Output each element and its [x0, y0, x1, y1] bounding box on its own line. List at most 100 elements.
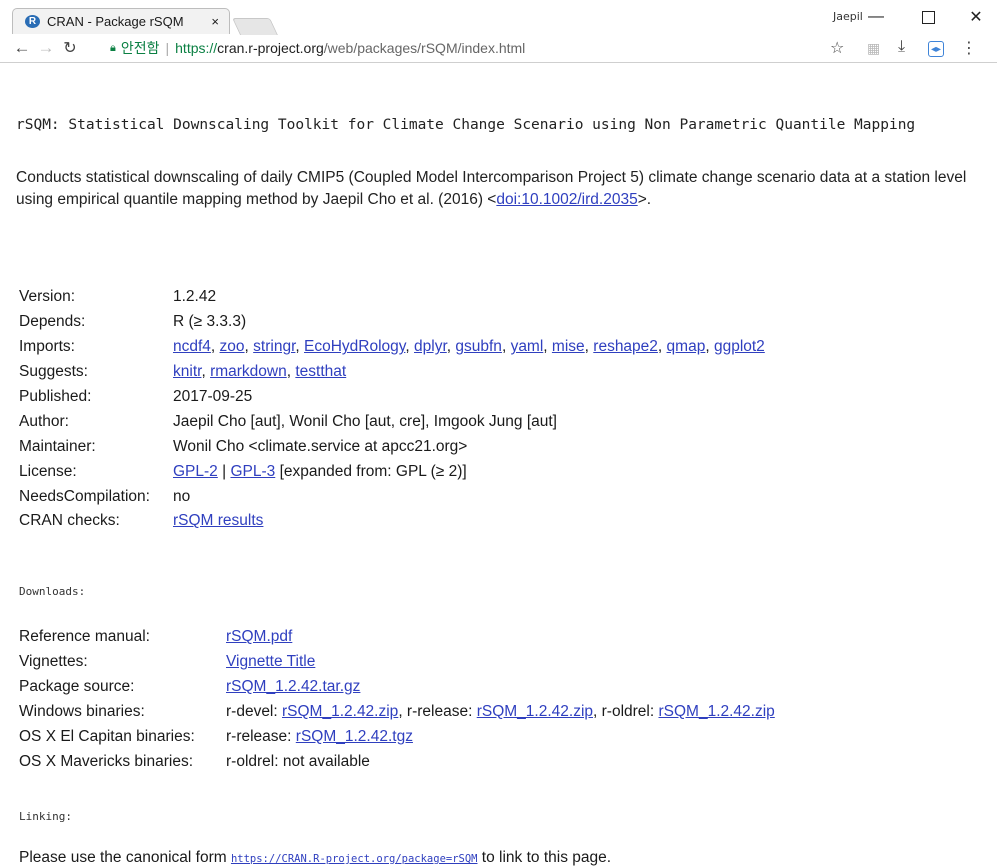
license-separator: |: [217, 462, 231, 480]
suggest-link[interactable]: knitr: [173, 363, 201, 380]
osx-capitan-label: OS X El Capitan binaries:: [19, 728, 195, 745]
import-link[interactable]: zoo: [220, 338, 245, 355]
license-value: GPL-2 | GPL-3 [expanded from: GPL (≥ 2)]: [170, 459, 765, 484]
osx-capitan-value: r-release: rSQM_1.2.42.tgz: [223, 725, 775, 750]
url-scheme: https://: [175, 40, 218, 56]
reference-manual-value: rSQM.pdf: [223, 625, 775, 650]
cran-checks-label: CRAN checks:: [19, 512, 120, 530]
maintainer-value: Wonil Cho <climate.service at apcc21.org…: [173, 437, 468, 455]
author-value: Jaepil Cho [aut], Wonil Cho [aut, cre], …: [173, 412, 557, 430]
tab-close-icon[interactable]: ×: [211, 14, 219, 29]
extension-icon[interactable]: ◂▸: [928, 41, 944, 57]
import-link[interactable]: ncdf4: [173, 338, 211, 355]
imports-value: ncdf4, zoo, stringr, EcoHydRology, dplyr…: [173, 338, 765, 356]
import-link[interactable]: ggplot2: [714, 338, 765, 355]
forward-button[interactable]: →: [34, 36, 58, 60]
description-end: >.: [637, 190, 652, 208]
doi-link[interactable]: doi:10.1002/ird.2035: [496, 191, 637, 208]
windows-release-prefix: , r-release:: [398, 703, 477, 721]
description-text: Conducts statistical downscaling of dail…: [16, 168, 967, 208]
table-row: Maintainer: Wonil Cho <climate.service a…: [16, 434, 765, 459]
osx-mavericks-value: r-oldrel: not available: [226, 752, 370, 770]
import-link[interactable]: reshape2: [593, 338, 658, 355]
windows-release-link[interactable]: rSQM_1.2.42.zip: [477, 703, 593, 720]
close-window-button[interactable]: ✕: [956, 2, 996, 32]
maximize-icon: [921, 10, 935, 24]
maximize-button[interactable]: [908, 2, 948, 32]
tab-title: CRAN - Package rSQM: [47, 14, 184, 29]
table-row: License: GPL-2 | GPL-3 [expanded from: G…: [16, 459, 765, 484]
import-link[interactable]: yaml: [511, 338, 544, 355]
license-link-gpl3[interactable]: GPL-3: [230, 463, 275, 480]
table-row: Suggests: knitr, rmarkdown, testthat: [16, 360, 765, 385]
windows-devel-prefix: r-devel:: [226, 703, 282, 721]
reference-manual-link[interactable]: rSQM.pdf: [226, 628, 292, 645]
osx-mavericks-label: OS X Mavericks binaries:: [19, 752, 193, 770]
title-bar: R CRAN - Package rSQM × Jaepil — ✕: [0, 0, 997, 35]
browser-tab[interactable]: R CRAN - Package rSQM ×: [12, 8, 230, 34]
license-label: License:: [19, 462, 77, 480]
package-source-label: Package source:: [19, 678, 135, 696]
import-link[interactable]: dplyr: [414, 338, 447, 355]
import-link[interactable]: mise: [552, 338, 585, 355]
bookmark-star-icon[interactable]: ☆: [830, 38, 844, 58]
import-link[interactable]: EcoHydRology: [304, 338, 405, 355]
reference-manual-label: Reference manual:: [19, 628, 150, 646]
address-bar[interactable]: 🔒︎ 안전함 | https://cran.r-project.org/web/…: [110, 37, 525, 59]
canonical-url-link[interactable]: https://CRAN.R-project.org/package=rSQM: [231, 853, 478, 865]
windows-oldrel-link[interactable]: rSQM_1.2.42.zip: [658, 703, 774, 720]
table-row: CRAN checks: rSQM results: [16, 509, 765, 534]
table-row: Author: Jaepil Cho [aut], Wonil Cho [aut…: [16, 409, 765, 434]
needs-compilation-value: no: [173, 487, 191, 505]
table-row: Package source: rSQM_1.2.42.tar.gz: [16, 675, 775, 700]
osx-capitan-prefix: r-release:: [226, 728, 296, 745]
url-host: cran.r-project.org: [217, 40, 324, 56]
download-icon[interactable]: ⤓: [898, 38, 905, 56]
suggests-value: knitr, rmarkdown, testthat: [173, 363, 347, 381]
package-description: Conducts statistical downscaling of dail…: [16, 167, 981, 211]
pdf-extension-icon[interactable]: ▦: [867, 40, 880, 57]
import-link[interactable]: qmap: [667, 338, 706, 355]
table-row: Reference manual: rSQM.pdf: [16, 625, 775, 650]
import-link[interactable]: gsubfn: [455, 338, 502, 355]
suggests-label: Suggests:: [19, 363, 88, 381]
table-row: Windows binaries: r-devel: rSQM_1.2.42.z…: [16, 700, 775, 725]
cran-checks-link[interactable]: rSQM results: [173, 512, 263, 529]
maintainer-label: Maintainer:: [19, 437, 96, 455]
r-logo-icon: R: [25, 15, 40, 28]
linking-text-after: to link to this page.: [477, 849, 612, 866]
table-row: OS X El Capitan binaries: r-release: rSQ…: [16, 725, 775, 750]
version-label: Version:: [19, 288, 76, 306]
table-row: NeedsCompilation: no: [16, 484, 765, 509]
table-row: Published: 2017-09-25: [16, 385, 765, 410]
published-label: Published:: [19, 388, 92, 405]
vignettes-value: Vignette Title: [223, 650, 775, 675]
table-row: Vignettes: Vignette Title: [16, 650, 775, 675]
author-label: Author:: [19, 412, 69, 430]
linking-text-before: Please use the canonical form: [19, 849, 231, 866]
license-expanded: [expanded from: GPL (≥ 2)]: [275, 462, 467, 480]
security-label: 안전함: [120, 40, 160, 56]
downloads-table: Reference manual: rSQM.pdf Vignettes: Vi…: [16, 625, 775, 774]
new-tab-button[interactable]: [232, 18, 278, 35]
page-title: rSQM: Statistical Downscaling Toolkit fo…: [16, 117, 916, 133]
version-value: 1.2.42: [173, 288, 217, 306]
vignette-link[interactable]: Vignette Title: [226, 653, 315, 670]
osx-capitan-link[interactable]: rSQM_1.2.42.tgz: [296, 728, 413, 745]
imports-label: Imports:: [19, 338, 75, 356]
table-row: Version: 1.2.42: [16, 285, 765, 310]
suggest-link[interactable]: rmarkdown: [210, 363, 287, 380]
reload-button[interactable]: ↻: [58, 36, 82, 60]
menu-icon[interactable]: ⋮: [961, 38, 977, 58]
package-source-link[interactable]: rSQM_1.2.42.tar.gz: [226, 678, 360, 695]
suggest-link[interactable]: testthat: [295, 363, 346, 380]
minimize-button[interactable]: —: [856, 2, 896, 32]
lock-icon: 🔒︎: [110, 41, 116, 54]
package-source-value: rSQM_1.2.42.tar.gz: [223, 675, 775, 700]
windows-devel-link[interactable]: rSQM_1.2.42.zip: [282, 703, 398, 720]
address-separator: |: [165, 40, 170, 56]
license-link-gpl2[interactable]: GPL-2: [173, 463, 218, 480]
needs-compilation-label: NeedsCompilation:: [19, 487, 150, 505]
import-link[interactable]: stringr: [253, 338, 295, 355]
back-button[interactable]: ←: [10, 36, 34, 60]
